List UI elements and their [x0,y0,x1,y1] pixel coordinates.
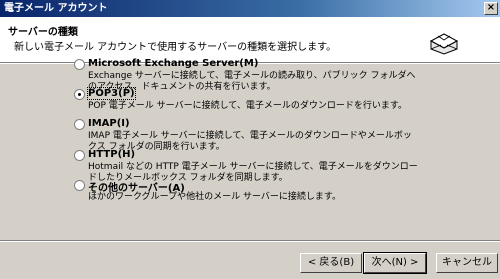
next-button[interactable]: 次へ(N) > [363,252,427,274]
option-description: POP 電子メール サーバーに接続して、電子メールのダウンロードを行います。 [88,101,407,111]
radio-http[interactable] [74,150,85,161]
option-label[interactable]: Microsoft Exchange Server(M) [88,58,258,69]
mail-server-icon [429,33,459,55]
radio-imap[interactable] [74,119,85,130]
cancel-button[interactable]: キャンセル [436,253,498,273]
option-description: IMAP 電子メール サーバーに接続して、電子メールのダウンロードやメールボック… [88,131,412,152]
radio-other[interactable] [74,180,85,191]
footer-divider-highlight [0,241,500,242]
option-description: ほかのワークグループや他社のメール サーバーに接続します。 [88,192,341,202]
radio-exchange[interactable] [74,59,85,70]
option-label[interactable]: HTTP(H) [88,149,135,160]
option-label[interactable]: POP3(P) [87,87,136,100]
option-label[interactable]: IMAP(I) [88,118,130,129]
close-button[interactable]: × [484,2,498,15]
page-title: サーバーの種類 [8,27,78,38]
wizard-header: サーバーの種類 新しい電子メール アカウントで使用するサーバーの種類を選択します… [0,17,500,63]
back-button[interactable]: < 戻る(B) [300,253,362,273]
option-description: Exchange サーバーに接続して、電子メールの読み取り、パブリック フォルダ… [88,71,416,92]
radio-pop3[interactable] [74,89,85,100]
email-account-dialog: 電子メール アカウント × サーバーの種類 新しい電子メール アカウントで使用す… [0,0,500,279]
window-title: 電子メール アカウント [4,3,108,14]
title-bar: 電子メール アカウント × [0,0,500,17]
page-subtitle: 新しい電子メール アカウントで使用するサーバーの種類を選択します。 [14,42,337,53]
